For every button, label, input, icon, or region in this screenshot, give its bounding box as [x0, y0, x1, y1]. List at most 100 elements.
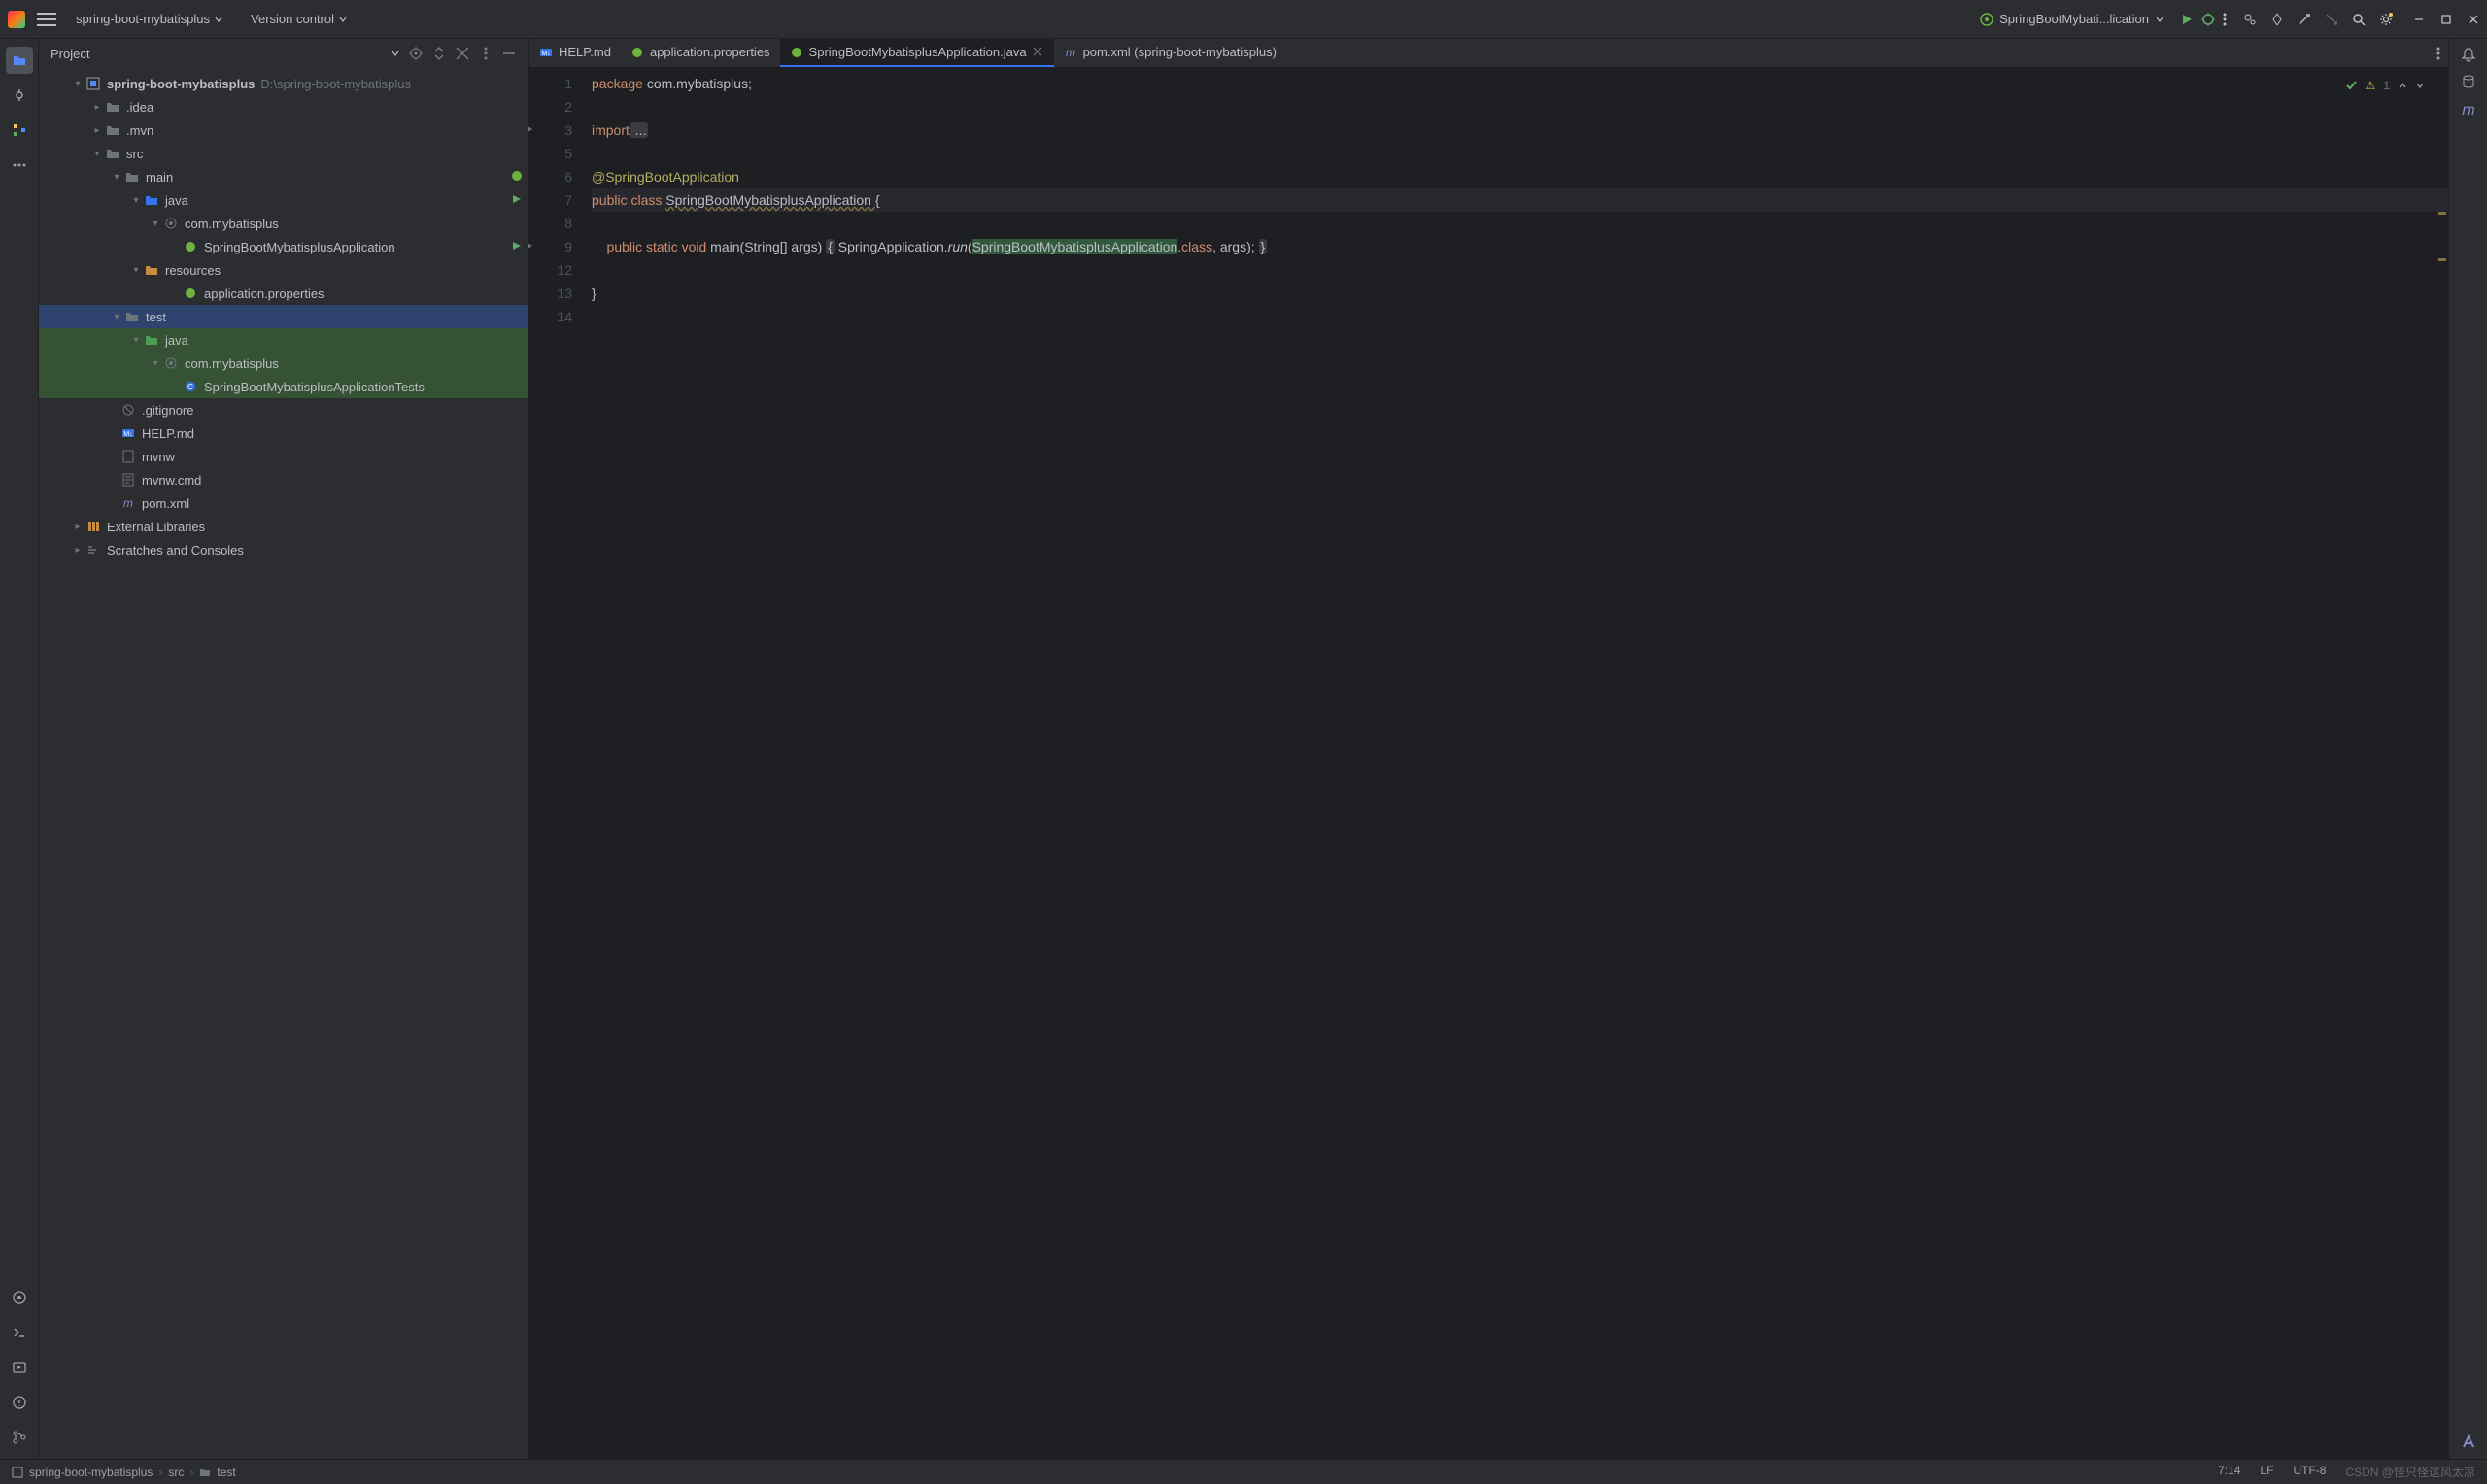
project-dropdown[interactable]: spring-boot-mybatisplus	[68, 8, 231, 30]
resources-folder-icon	[144, 262, 159, 278]
scratches-icon	[85, 542, 101, 557]
next-highlight-icon[interactable]	[2415, 81, 2425, 90]
maximize-button[interactable]	[2440, 14, 2452, 25]
close-icon[interactable]	[1033, 47, 1044, 58]
editor-indicators[interactable]: ⚠ 1	[2344, 74, 2425, 97]
tree-mvnw-cmd[interactable]: mvnw.cmd	[39, 468, 528, 491]
run-gutter-icon[interactable]	[512, 194, 522, 204]
breadcrumb-item[interactable]: src	[168, 1466, 184, 1479]
bean-icon[interactable]	[510, 169, 524, 183]
tree-pom[interactable]: mpom.xml	[39, 491, 528, 515]
tree-test-class[interactable]: CSpringBootMybatisplusApplicationTests	[39, 375, 528, 398]
fold-icon[interactable]	[526, 124, 535, 134]
more-tool-button[interactable]	[6, 152, 33, 179]
tree-idea[interactable]: ▸.idea	[39, 95, 528, 118]
chevron-right-icon: ›	[189, 1466, 193, 1479]
file-encoding[interactable]: UTF-8	[2293, 1464, 2326, 1480]
tree-external-libs[interactable]: ▸External Libraries	[39, 515, 528, 538]
tab-options-icon[interactable]	[2436, 47, 2440, 60]
tree-root[interactable]: ▾ spring-boot-mybatisplus D:\spring-boot…	[39, 72, 528, 95]
ignore-file-icon	[120, 402, 136, 418]
breadcrumb-item[interactable]: spring-boot-mybatisplus	[29, 1466, 153, 1479]
inspection-icon[interactable]	[2344, 79, 2358, 92]
tab-pom[interactable]: m pom.xml (spring-boot-mybatisplus)	[1054, 39, 1286, 67]
breadcrumb-item[interactable]: test	[217, 1466, 235, 1479]
chevron-down-icon[interactable]	[391, 49, 400, 58]
breadcrumb[interactable]: spring-boot-mybatisplus › src › test	[12, 1466, 236, 1479]
svg-text:m: m	[123, 496, 133, 510]
build-icon[interactable]	[2297, 12, 2312, 27]
debug-button[interactable]	[2201, 13, 2215, 26]
hide-panel-icon[interactable]	[501, 46, 517, 61]
package-icon	[163, 355, 179, 371]
vcs-dropdown[interactable]: Version control	[243, 8, 356, 30]
fold-icon[interactable]	[526, 241, 535, 251]
tree-scratches[interactable]: ▸Scratches and Consoles	[39, 538, 528, 561]
svg-text:M↓: M↓	[541, 51, 550, 57]
tree-main[interactable]: ▾main	[39, 165, 528, 188]
git-tool-button[interactable]	[6, 1424, 33, 1451]
project-tree[interactable]: ▾ spring-boot-mybatisplus D:\spring-boot…	[39, 68, 528, 1459]
project-tool-button[interactable]	[6, 47, 33, 74]
maven-tool-button[interactable]: m	[2460, 101, 2477, 118]
prev-highlight-icon[interactable]	[2398, 81, 2407, 90]
line-ending[interactable]: LF	[2260, 1464, 2273, 1480]
gutter[interactable]: 1 2 3 5 6 7 8 9 12 13 14	[529, 68, 588, 1459]
expand-all-icon[interactable]	[431, 46, 447, 61]
problems-icon	[12, 1395, 27, 1410]
tree-app-props[interactable]: application.properties	[39, 282, 528, 305]
code-content[interactable]: package com.mybatisplus; import ... @Spr…	[588, 68, 2448, 1459]
tab-label: SpringBootMybatisplusApplication.java	[809, 45, 1027, 59]
database-tool-button[interactable]	[2461, 74, 2476, 89]
run-configuration-dropdown[interactable]: SpringBootMybati...lication	[1972, 8, 2172, 30]
tree-src[interactable]: ▾src	[39, 142, 528, 165]
tree-test[interactable]: ▾test	[39, 305, 528, 328]
editor-area: M↓ HELP.md application.properties Spring…	[529, 39, 2448, 1459]
code-with-me-icon[interactable]	[2242, 12, 2258, 27]
tree-package[interactable]: ▾com.mybatisplus	[39, 212, 528, 235]
collapse-all-icon[interactable]	[455, 46, 470, 61]
folder-icon	[105, 122, 120, 138]
panel-options-icon[interactable]	[478, 46, 494, 61]
settings-icon[interactable]	[2378, 12, 2394, 27]
folder-icon	[105, 146, 120, 161]
tree-app-class[interactable]: SpringBootMybatisplusApplication	[39, 235, 528, 258]
code-editor[interactable]: 1 2 3 5 6 7 8 9 12 13 14 package com.myb…	[529, 68, 2448, 1459]
commit-tool-button[interactable]	[6, 82, 33, 109]
scroll-marks[interactable]	[2436, 68, 2448, 1459]
titlebar: spring-boot-mybatisplus Version control …	[0, 0, 2487, 39]
problems-tool-button[interactable]	[6, 1389, 33, 1416]
services-tool-button[interactable]	[6, 1284, 33, 1311]
tree-mvnw[interactable]: mvnw	[39, 445, 528, 468]
ai-assistant-button[interactable]	[2460, 1433, 2477, 1451]
tab-props[interactable]: application.properties	[621, 39, 780, 67]
main-menu-button[interactable]	[37, 13, 56, 26]
tree-gitignore[interactable]: .gitignore	[39, 398, 528, 422]
run-button[interactable]	[2180, 13, 2194, 26]
git-icon	[12, 1430, 27, 1445]
minimize-button[interactable]	[2413, 14, 2425, 25]
tree-mvn[interactable]: ▸.mvn	[39, 118, 528, 142]
code-token: @SpringBootApplication	[592, 169, 739, 185]
structure-tool-button[interactable]	[6, 117, 33, 144]
tab-help[interactable]: M↓ HELP.md	[529, 39, 621, 67]
notifications-tool-button[interactable]	[2461, 47, 2476, 62]
forward-icon[interactable]	[2324, 12, 2339, 27]
terminal-tool-button[interactable]	[6, 1319, 33, 1346]
close-button[interactable]	[2468, 14, 2479, 25]
run-gutter-icon[interactable]	[512, 241, 522, 251]
more-actions-icon[interactable]	[2223, 13, 2227, 26]
search-icon[interactable]	[2351, 12, 2367, 27]
updates-icon[interactable]	[2269, 12, 2285, 27]
tree-java[interactable]: ▾java	[39, 188, 528, 212]
tree-help[interactable]: M↓HELP.md	[39, 422, 528, 445]
terminal-icon	[12, 1325, 27, 1340]
right-tool-strip: m	[2448, 39, 2487, 1459]
select-opened-file-icon[interactable]	[408, 46, 424, 61]
tree-resources[interactable]: ▾resources	[39, 258, 528, 282]
tab-app-java[interactable]: SpringBootMybatisplusApplication.java	[780, 39, 1054, 67]
tree-test-java[interactable]: ▾java	[39, 328, 528, 352]
run-tool-button[interactable]	[6, 1354, 33, 1381]
tree-test-package[interactable]: ▾com.mybatisplus	[39, 352, 528, 375]
cursor-position[interactable]: 7:14	[2218, 1464, 2240, 1480]
